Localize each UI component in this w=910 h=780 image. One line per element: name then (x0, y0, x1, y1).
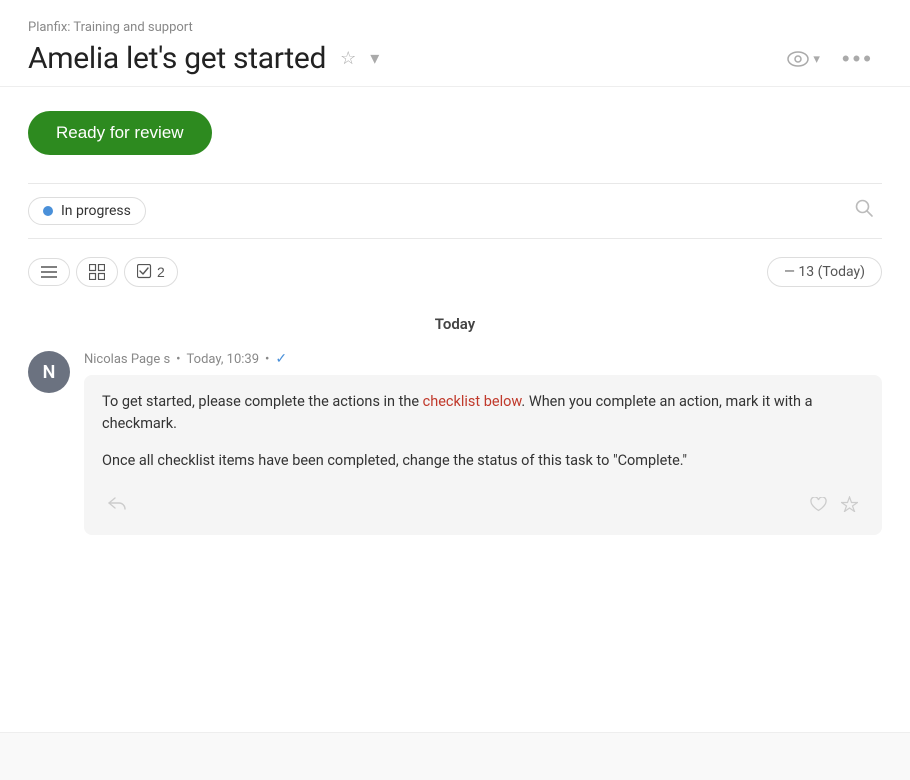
message-bubble: To get started, please complete the acti… (84, 375, 882, 535)
title-right: ▾ ••• (781, 42, 882, 76)
more-icon: ••• (842, 46, 874, 71)
message-paragraph-2: Once all checklist items have been compl… (102, 450, 864, 472)
date-badge[interactable]: — 13 (Today) (767, 257, 882, 287)
chevron-button[interactable]: ▾ (366, 44, 383, 73)
toolbar-left: 2 (28, 257, 178, 287)
eye-chevron-icon: ▾ (813, 51, 820, 67)
star-icon: ☆ (340, 48, 356, 69)
today-label: Today (435, 315, 475, 333)
checklist-count: 2 (157, 264, 165, 280)
message-paragraph-1: To get started, please complete the acti… (102, 391, 864, 436)
highlight-checklist: checklist below (423, 393, 522, 410)
watch-button[interactable]: ▾ (781, 47, 826, 71)
title-row: Amelia let's get started ☆ ▾ ▾ ••• (28, 41, 882, 76)
message-author: Nicolas Page s (84, 352, 170, 367)
search-icon (854, 198, 874, 218)
message-actions-left (106, 495, 128, 518)
bottom-bar (0, 732, 910, 780)
star-button[interactable]: ☆ (336, 44, 360, 73)
more-options-button[interactable]: ••• (834, 42, 882, 76)
reply-icon (108, 497, 126, 511)
message-actions-right (808, 494, 860, 519)
toolbar-row: 2 — 13 (Today) (28, 253, 882, 291)
chevron-down-icon: ▾ (370, 48, 379, 69)
like-button[interactable] (808, 495, 829, 519)
today-divider: Today (28, 315, 882, 333)
page-header: Planfix: Training and support Amelia let… (0, 0, 910, 87)
checklist-button[interactable]: 2 (124, 257, 178, 287)
list-icon (41, 265, 57, 279)
star-message-button[interactable] (839, 494, 860, 519)
checklist-icon (137, 264, 153, 280)
status-divider-row: In progress (28, 183, 882, 239)
list-view-button[interactable] (28, 258, 70, 286)
date-label: — 13 (Today) (784, 264, 865, 280)
message-check-icon: ✓ (275, 351, 287, 367)
star-icon (841, 496, 858, 512)
heart-icon (810, 497, 827, 512)
breadcrumb: Planfix: Training and support (28, 20, 882, 35)
in-progress-label: In progress (61, 203, 131, 219)
ready-for-review-button[interactable]: Ready for review (28, 111, 212, 155)
page-title: Amelia let's get started (28, 41, 326, 76)
eye-icon (787, 51, 809, 67)
reply-button[interactable] (106, 495, 128, 518)
status-dot (43, 206, 53, 216)
message-meta: Nicolas Page s • Today, 10:39 • ✓ (84, 351, 882, 367)
table-icon (89, 264, 105, 280)
message-content: Nicolas Page s • Today, 10:39 • ✓ To get… (84, 351, 882, 535)
message-time: Today, 10:39 (187, 352, 259, 367)
search-button[interactable] (846, 194, 882, 228)
message-actions (102, 486, 864, 519)
breadcrumb-text: Planfix: Training and support (28, 20, 193, 35)
table-view-button[interactable] (76, 257, 118, 287)
content-area: Ready for review In progress (0, 87, 910, 575)
avatar: N (28, 351, 70, 393)
message-block: N Nicolas Page s • Today, 10:39 • ✓ To g… (28, 351, 882, 535)
title-icons: ☆ ▾ (336, 44, 383, 73)
title-left: Amelia let's get started ☆ ▾ (28, 41, 383, 76)
in-progress-badge[interactable]: In progress (28, 197, 146, 225)
